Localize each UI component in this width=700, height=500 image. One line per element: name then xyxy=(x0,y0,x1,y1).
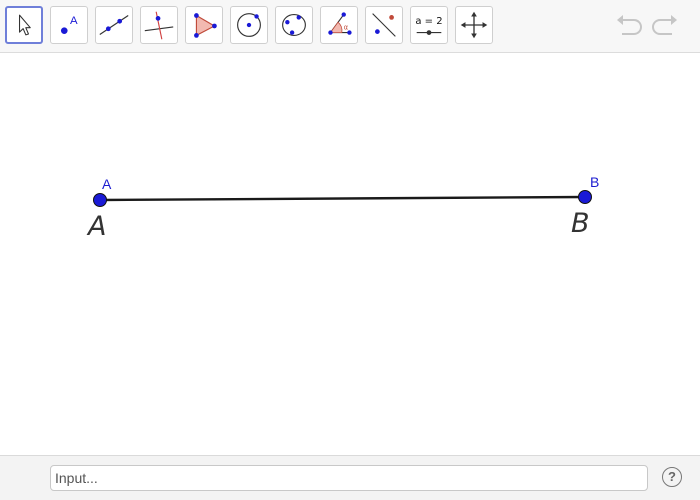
undo-icon xyxy=(617,15,642,35)
undo-button[interactable] xyxy=(613,10,645,42)
redo-button[interactable] xyxy=(649,10,681,42)
polygon-icon xyxy=(194,13,217,38)
svg-text:α: α xyxy=(344,24,349,32)
toolbar: A α a = 2 xyxy=(0,0,700,53)
input-bar: ? xyxy=(0,455,700,500)
perpendicular-line-tool-button[interactable] xyxy=(140,6,178,44)
circle-center-point-icon xyxy=(237,13,261,37)
reflect-about-line-icon xyxy=(372,13,396,37)
move-graphics-view-icon xyxy=(460,11,488,39)
point-icon: A xyxy=(60,15,78,34)
redo-icon xyxy=(652,15,677,35)
geometry-canvas[interactable] xyxy=(0,53,700,455)
angle-tool-button[interactable]: α xyxy=(320,6,358,44)
reflect-tool-button[interactable] xyxy=(365,6,403,44)
move-graphics-view-tool-button[interactable] xyxy=(455,6,493,44)
handwritten-label-b: B xyxy=(571,208,590,239)
point-a-label: A xyxy=(102,176,112,192)
point-tool-button[interactable]: A xyxy=(50,6,88,44)
slider-tool-button[interactable]: a = 2 xyxy=(410,6,448,44)
polygon-tool-button[interactable] xyxy=(185,6,223,44)
handwritten-label-a: A xyxy=(88,211,107,242)
help-button[interactable]: ? xyxy=(662,467,682,487)
point-b[interactable] xyxy=(578,190,592,204)
move-tool-button[interactable] xyxy=(5,6,43,44)
line-tool-button[interactable] xyxy=(95,6,133,44)
point-a[interactable] xyxy=(93,193,107,207)
angle-icon: α xyxy=(328,12,352,35)
point-tool-label: A xyxy=(70,15,78,27)
line-through-two-points-icon xyxy=(99,15,129,35)
slider-icon xyxy=(416,30,442,35)
circle-tool-button[interactable] xyxy=(230,6,268,44)
algebra-input-field[interactable] xyxy=(50,465,648,491)
segment-ab[interactable] xyxy=(99,195,586,202)
circle-three-points-tool-button[interactable] xyxy=(275,6,313,44)
perpendicular-line-icon xyxy=(144,11,174,40)
point-b-label: B xyxy=(590,174,600,190)
circle-three-points-icon xyxy=(282,14,306,36)
cursor-arrow-icon xyxy=(18,14,31,36)
graphics-view[interactable]: A B A B xyxy=(0,53,700,455)
